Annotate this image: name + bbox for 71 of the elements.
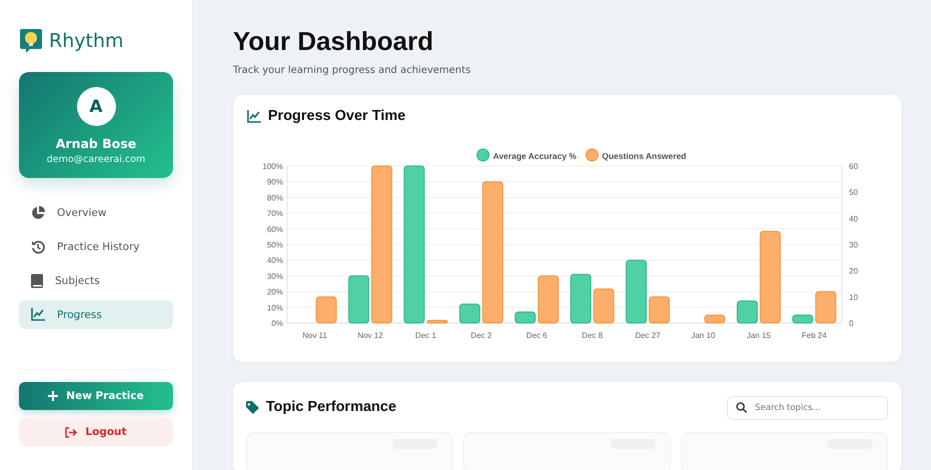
tag-icon <box>246 400 259 414</box>
y-axis-label: 30 <box>849 240 858 250</box>
x-axis-label: Nov 12 <box>358 331 383 340</box>
y-axis-label: 100% <box>262 162 283 171</box>
bar <box>570 274 592 324</box>
user-email: demo@careerai.com <box>46 154 146 165</box>
line-chart-icon <box>31 308 45 321</box>
page-subtitle: Track your learning progress and achievements <box>233 65 472 76</box>
bar <box>514 312 536 324</box>
logout-button[interactable]: Logout <box>19 418 173 446</box>
book-icon <box>31 274 43 288</box>
y-axis-label: 70% <box>266 209 283 218</box>
search-field[interactable]: Search topics... <box>727 396 888 420</box>
x-axis-label: Nov 11 <box>302 331 328 340</box>
legend-label: Average Accuracy % <box>493 151 577 161</box>
bar <box>736 300 758 324</box>
y-axis-label: 0% <box>271 319 283 328</box>
plus-icon <box>48 391 58 401</box>
user-name: Arnab Bose <box>56 136 136 151</box>
card-title: Progress Over Time <box>268 108 406 124</box>
bar <box>792 314 814 324</box>
x-axis-label: Jan 10 <box>691 331 716 340</box>
y-axis-label: 20% <box>266 288 283 297</box>
bar <box>626 260 647 324</box>
y-axis-label: 0 <box>849 319 854 328</box>
x-axis-label: Dec 6 <box>526 331 548 340</box>
y-axis-label: 80% <box>266 193 283 202</box>
pie-chart-icon <box>31 206 45 220</box>
y-axis-label: 60 <box>849 162 858 171</box>
line-chart-icon <box>247 110 261 122</box>
x-axis-label: Dec 2 <box>470 331 492 340</box>
nav-item[interactable]: Progress <box>19 300 173 329</box>
y-axis-label: 60% <box>266 224 283 234</box>
bar <box>815 291 836 324</box>
card-title: Topic Performance <box>266 399 396 415</box>
bar <box>538 275 559 324</box>
y-axis-label: 90% <box>266 178 283 187</box>
x-axis-label: Dec 27 <box>635 331 660 340</box>
legend-item: Average Accuracy % <box>476 148 576 162</box>
y-axis-label: 10 <box>849 292 858 302</box>
y-axis-label: 20 <box>849 266 858 276</box>
bar <box>704 314 726 324</box>
legend-label: Questions Answered <box>602 151 686 161</box>
nav-item[interactable]: Subjects <box>19 266 173 295</box>
y-axis-label: 50% <box>266 240 283 250</box>
x-axis-label: Dec 8 <box>582 331 603 340</box>
bar <box>426 320 448 324</box>
new-practice-button[interactable]: New Practice <box>19 382 173 410</box>
logout-icon <box>65 426 78 438</box>
y-axis-label: 50 <box>849 188 858 198</box>
avatar: A <box>76 87 116 126</box>
bar <box>593 288 614 324</box>
bar <box>316 296 337 324</box>
page-title: Your Dashboard <box>233 26 434 57</box>
y-axis-label: 10% <box>266 303 283 312</box>
search-icon <box>736 402 747 412</box>
nav-item[interactable]: Overview <box>19 198 173 227</box>
legend-item: Questions Answered <box>586 148 686 162</box>
y-axis-label: 40 <box>849 214 858 224</box>
x-axis-label: Feb 24 <box>802 331 827 340</box>
nav-item[interactable]: Practice History <box>19 232 173 261</box>
y-axis-label: 40% <box>266 256 283 266</box>
brand-name: Rhythm <box>49 30 124 52</box>
x-axis-label: Jan 15 <box>746 331 771 340</box>
bar <box>648 296 670 324</box>
bar <box>348 275 370 324</box>
lightbulb-logo-icon <box>19 28 43 54</box>
bar <box>459 304 480 324</box>
y-axis-label: 30% <box>266 272 283 281</box>
history-icon <box>31 240 45 254</box>
x-axis-label: Dec 1 <box>415 331 436 340</box>
